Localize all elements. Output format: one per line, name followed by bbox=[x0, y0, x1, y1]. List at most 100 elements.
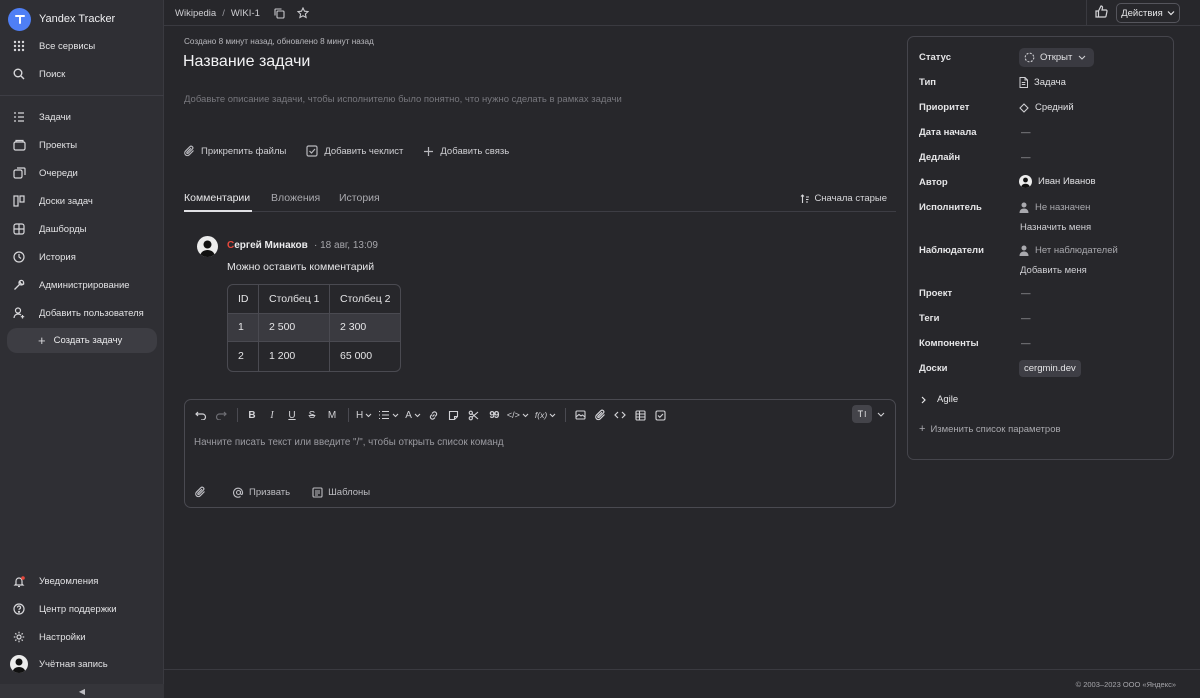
underline-icon[interactable]: U bbox=[285, 406, 299, 424]
user-icon bbox=[1019, 245, 1029, 256]
sidebar-item-label: Уведомления bbox=[39, 575, 99, 587]
deadline-value[interactable]: — bbox=[1021, 152, 1031, 163]
sidebar-item-add-user[interactable]: Добавить пользователя bbox=[7, 301, 157, 325]
attach-button[interactable] bbox=[195, 486, 211, 498]
sidebar-item-notifications[interactable]: Уведомления bbox=[7, 569, 157, 593]
sidebar-item-label: Дашборды bbox=[39, 223, 87, 235]
table-header-row: ID Столбец 1 Столбец 2 bbox=[228, 285, 400, 314]
code-dropdown[interactable]: </> bbox=[507, 406, 529, 424]
sidebar-item-label: Все сервисы bbox=[39, 40, 96, 52]
assignee-value[interactable]: Не назначен bbox=[1019, 202, 1090, 213]
redo-icon[interactable] bbox=[214, 406, 228, 424]
sidebar-item-account[interactable]: Учётная запись bbox=[7, 652, 157, 676]
sidebar: Yandex Tracker Все сервисы Поиск Задачи … bbox=[0, 0, 164, 698]
comment-text: Можно оставить комментарий bbox=[227, 261, 375, 273]
checklist-icon[interactable] bbox=[653, 406, 667, 424]
formula-dropdown[interactable]: f(x) bbox=[535, 406, 556, 424]
sidebar-collapse-button[interactable]: ◀ bbox=[0, 684, 164, 698]
breadcrumb-issue-key[interactable]: WIKI-1 bbox=[231, 8, 260, 19]
copy-icon[interactable] bbox=[274, 7, 285, 19]
sort-icon bbox=[800, 193, 810, 204]
image-icon[interactable] bbox=[573, 406, 587, 424]
board-chip[interactable]: cergmin.dev bbox=[1019, 360, 1081, 377]
comment-author[interactable]: Сергей Минаков bbox=[227, 240, 308, 251]
star-icon[interactable] bbox=[296, 7, 309, 19]
sidebar-item-history[interactable]: История bbox=[7, 245, 157, 269]
sidebar-item-boards[interactable]: Доски задач bbox=[7, 189, 157, 213]
monospace-icon[interactable]: M bbox=[325, 406, 339, 424]
table-icon[interactable] bbox=[633, 406, 647, 424]
task-title[interactable]: Название задачи bbox=[183, 53, 310, 71]
add-me-link[interactable]: Добавить меня bbox=[1020, 265, 1087, 276]
assign-me-link[interactable]: Назначить меня bbox=[1020, 222, 1091, 233]
chevron-down-icon[interactable] bbox=[872, 405, 890, 423]
start-date-label: Дата начала bbox=[919, 127, 977, 138]
heading-dropdown[interactable]: H bbox=[356, 406, 372, 424]
type-value[interactable]: Задача bbox=[1019, 77, 1066, 88]
sidebar-item-settings[interactable]: Настройки bbox=[7, 625, 157, 649]
editor-toolbar: B I U S M H A 99 </> f(x) bbox=[185, 405, 895, 425]
author-value[interactable]: Иван Иванов bbox=[1019, 175, 1096, 188]
undo-icon[interactable] bbox=[194, 406, 208, 424]
priority-value[interactable]: Средний bbox=[1019, 102, 1074, 113]
components-value[interactable]: — bbox=[1021, 338, 1031, 349]
sidebar-item-queues[interactable]: Очереди bbox=[7, 161, 157, 185]
mention-button[interactable]: Призвать bbox=[233, 487, 290, 498]
sidebar-item-support[interactable]: Центр поддержки bbox=[7, 597, 157, 621]
change-params-button[interactable]: + Изменить список параметров bbox=[919, 423, 1061, 435]
link-icon[interactable] bbox=[427, 406, 441, 424]
tab-attachments[interactable]: Вложения bbox=[271, 192, 320, 204]
like-button[interactable] bbox=[1086, 0, 1116, 26]
sidebar-item-dashboards[interactable]: Дашборды bbox=[7, 217, 157, 241]
templates-button[interactable]: Шаблоны bbox=[312, 487, 370, 498]
create-task-button[interactable]: + Создать задачу bbox=[7, 328, 157, 353]
watchers-value[interactable]: Нет наблюдателей bbox=[1019, 245, 1118, 256]
text-format-toggle[interactable]: TI bbox=[852, 405, 872, 423]
list-dropdown[interactable] bbox=[378, 406, 399, 424]
app-header[interactable]: Yandex Tracker bbox=[8, 7, 115, 31]
strikethrough-icon[interactable]: S bbox=[305, 406, 319, 424]
text-color-dropdown[interactable]: A bbox=[405, 406, 421, 424]
quote-icon[interactable]: 99 bbox=[487, 406, 501, 424]
task-properties-panel: Статус Открыт Тип Задача Приоритет Средн… bbox=[907, 36, 1174, 460]
sidebar-item-admin[interactable]: Администрирование bbox=[7, 273, 157, 297]
at-icon bbox=[233, 487, 244, 498]
actions-dropdown[interactable]: Действия bbox=[1116, 3, 1180, 23]
tags-value[interactable]: — bbox=[1021, 313, 1031, 324]
comment-avatar[interactable] bbox=[197, 236, 218, 257]
start-date-value[interactable]: — bbox=[1021, 127, 1031, 138]
inline-code-icon[interactable] bbox=[613, 406, 627, 424]
comment-editor[interactable]: B I U S M H A 99 </> f(x) T I Начните пи… bbox=[184, 399, 896, 508]
note-icon[interactable] bbox=[447, 406, 461, 424]
type-value-text: Задача bbox=[1034, 77, 1066, 88]
thumbs-up-icon bbox=[1095, 5, 1108, 21]
project-value[interactable]: — bbox=[1021, 288, 1031, 299]
paperclip-icon bbox=[195, 486, 206, 498]
sidebar-item-tasks[interactable]: Задачи bbox=[7, 105, 157, 129]
italic-icon[interactable]: I bbox=[265, 406, 279, 424]
agile-section-toggle[interactable]: Agile bbox=[921, 394, 958, 405]
sidebar-item-search[interactable]: Поиск bbox=[7, 62, 157, 86]
attach-files-button[interactable]: Прикрепить файлы bbox=[184, 145, 286, 157]
status-dropdown[interactable]: Открыт bbox=[1019, 48, 1095, 67]
sort-button[interactable]: Сначала старые bbox=[800, 193, 887, 204]
avatar bbox=[10, 655, 28, 673]
sidebar-item-projects[interactable]: Проекты bbox=[7, 133, 157, 157]
app-title: Yandex Tracker bbox=[39, 13, 116, 25]
tab-history[interactable]: История bbox=[339, 192, 380, 204]
collapse-arrow-icon: ◀ bbox=[78, 686, 86, 696]
cut-icon[interactable] bbox=[467, 406, 481, 424]
tab-comments[interactable]: Комментарии bbox=[184, 192, 250, 204]
sidebar-item-label: Задачи bbox=[39, 111, 71, 123]
add-checklist-button[interactable]: Добавить чеклист bbox=[306, 145, 403, 157]
sidebar-item-all-services[interactable]: Все сервисы bbox=[7, 34, 157, 58]
bold-icon[interactable]: B bbox=[245, 406, 259, 424]
add-link-button[interactable]: Добавить связь bbox=[423, 146, 509, 157]
agile-label: Agile bbox=[937, 394, 959, 405]
breadcrumb-queue[interactable]: Wikipedia bbox=[175, 8, 216, 19]
plus-icon bbox=[423, 146, 434, 157]
editor-placeholder[interactable]: Начните писать текст или введите "/", чт… bbox=[194, 437, 504, 448]
status-label: Статус bbox=[919, 52, 952, 63]
description-field[interactable]: Добавьте описание задачи, чтобы исполнит… bbox=[184, 93, 644, 107]
paperclip-icon[interactable] bbox=[593, 406, 607, 424]
